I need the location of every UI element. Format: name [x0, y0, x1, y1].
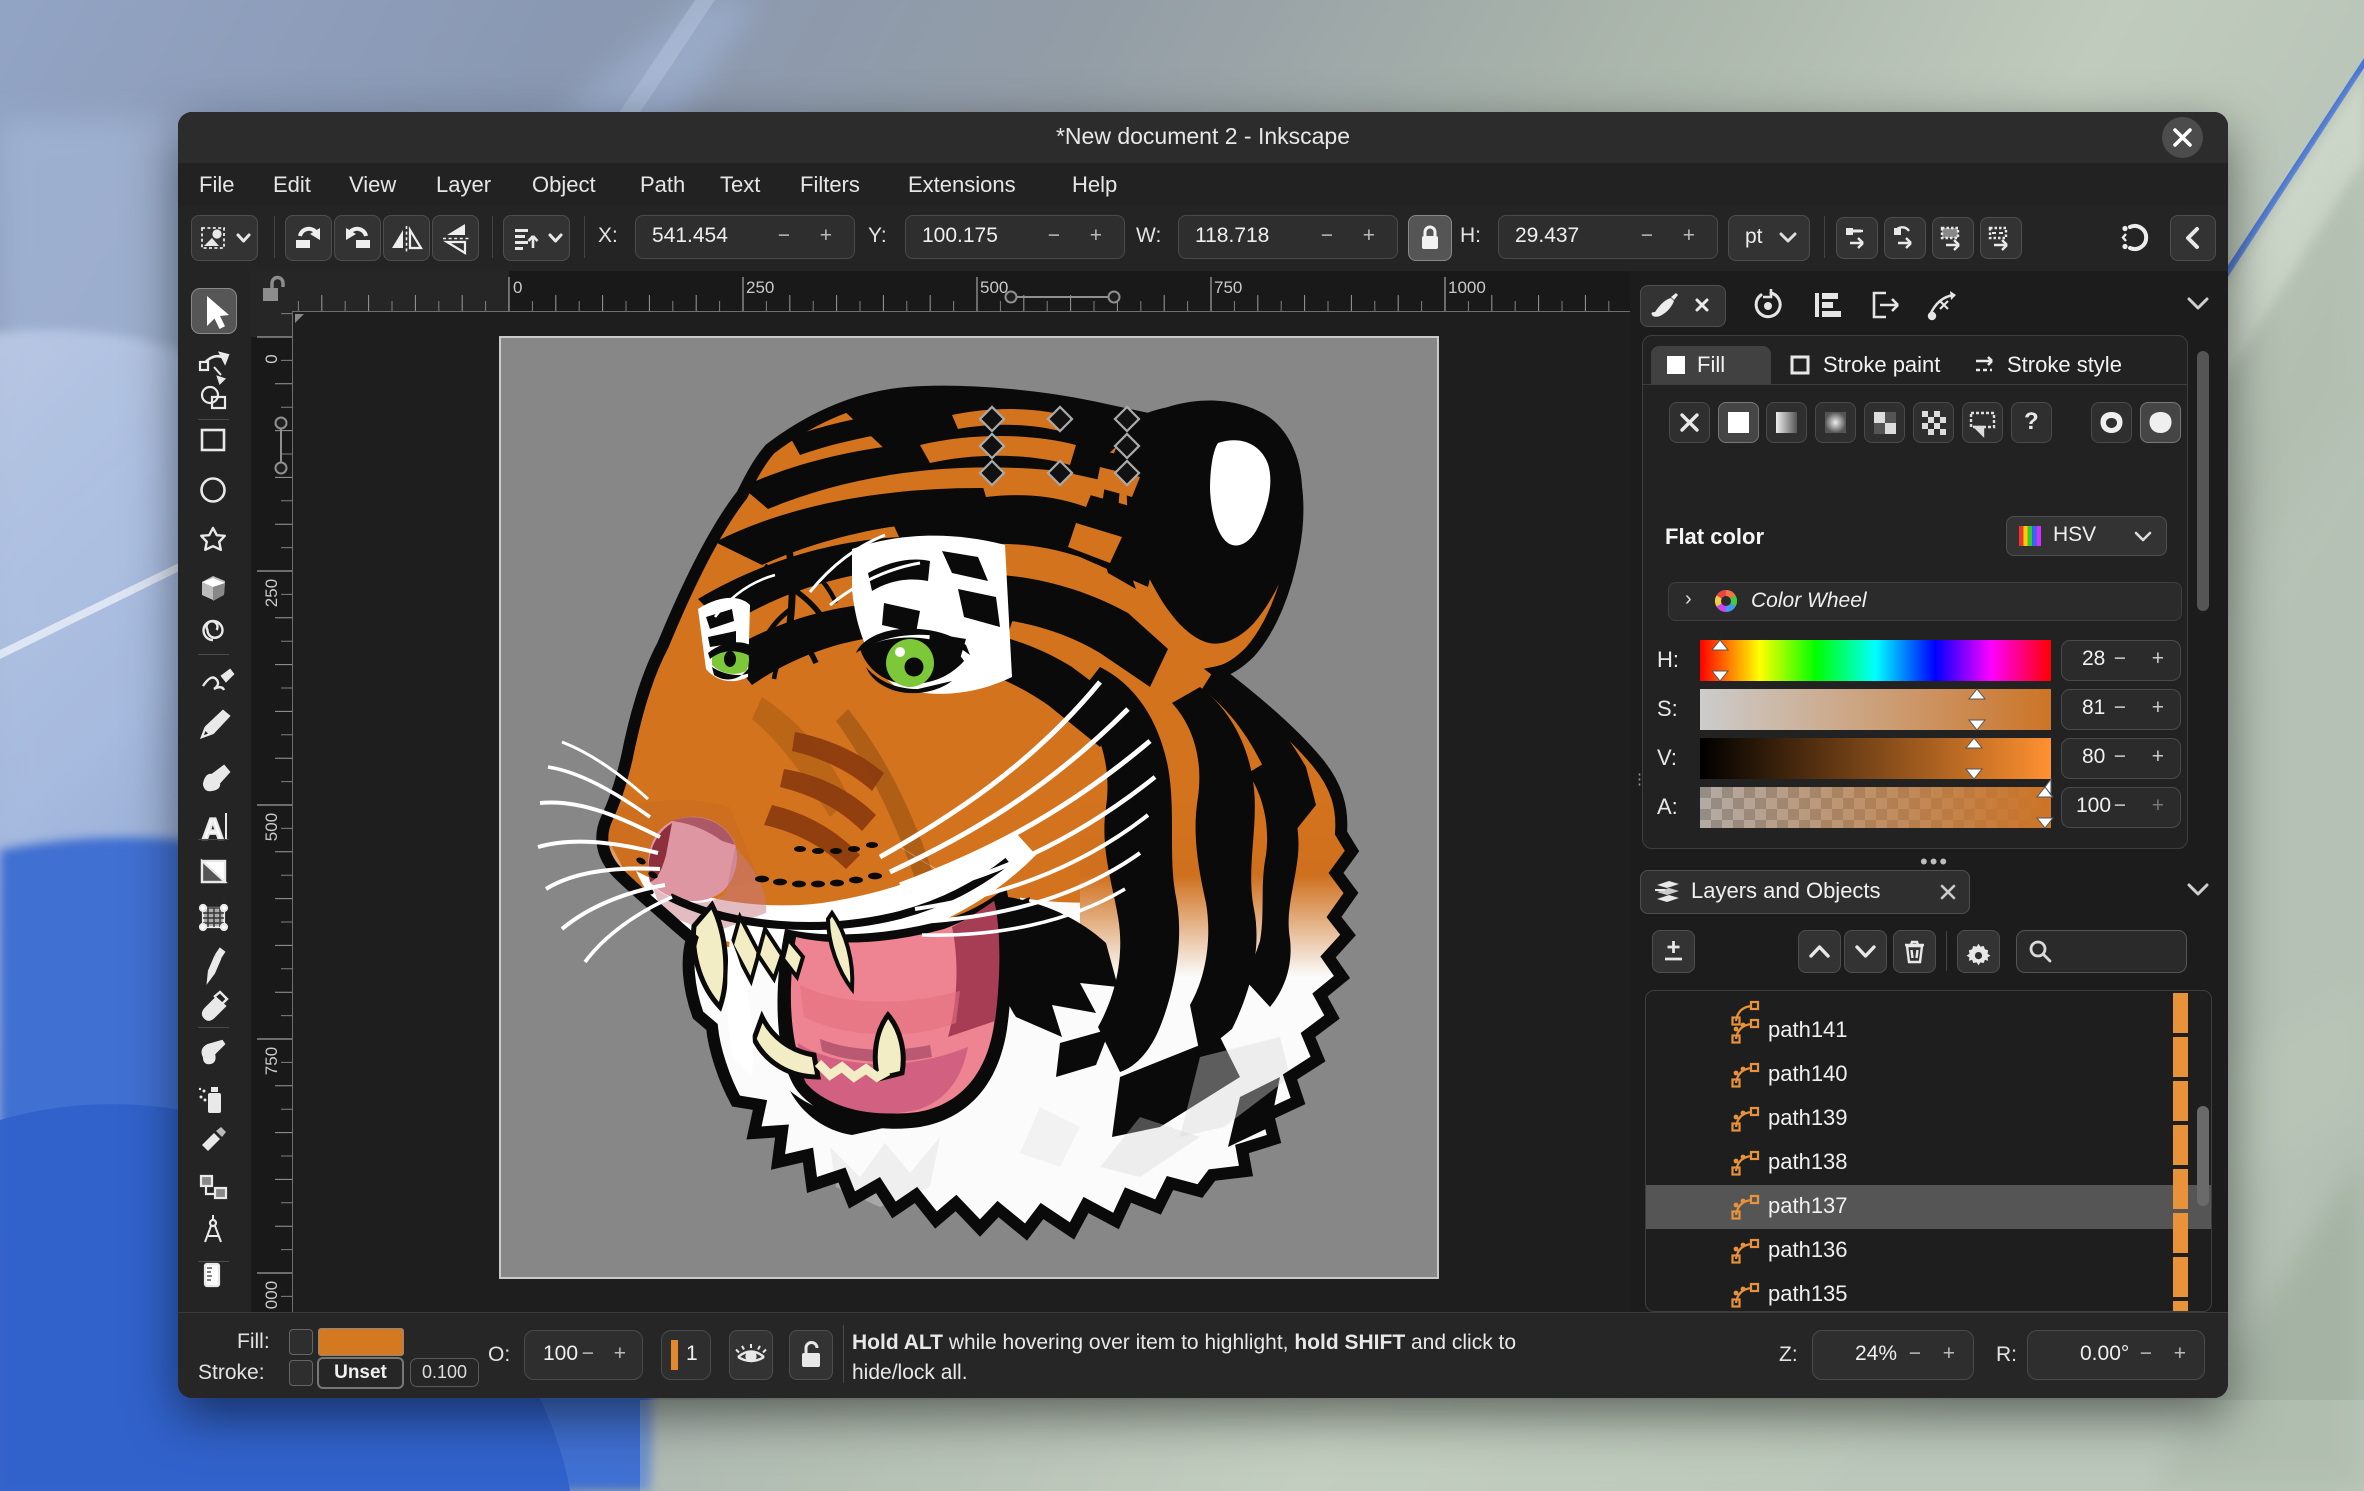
- svg-text:250: 250: [746, 278, 774, 297]
- svg-text:0: 0: [513, 278, 522, 297]
- svg-text:750: 750: [1214, 278, 1242, 297]
- svg-text:1000: 1000: [1448, 278, 1486, 297]
- svg-text:250: 250: [262, 579, 281, 607]
- svg-text:A: A: [202, 813, 224, 846]
- svg-text:750: 750: [262, 1047, 281, 1075]
- svg-text:000: 000: [262, 1281, 281, 1309]
- svg-text:500: 500: [262, 813, 281, 841]
- svg-text:0: 0: [262, 354, 281, 363]
- svg-text:500: 500: [980, 278, 1008, 297]
